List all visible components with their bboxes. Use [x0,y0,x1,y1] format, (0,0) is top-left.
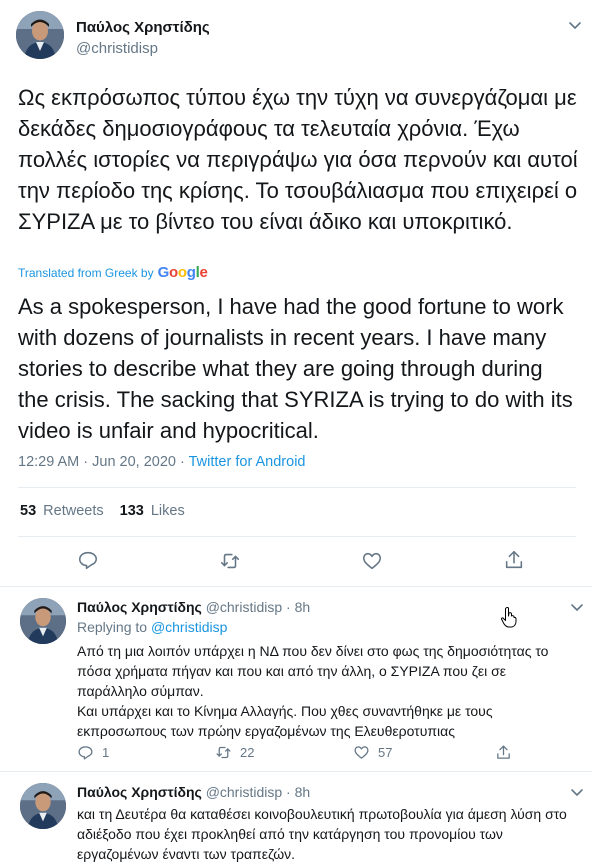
tweet-text-original: Ως εκπρόσωπος τύπου έχω την τύχη να συνε… [18,85,578,234]
google-logo: Google [157,264,208,281]
avatar-image [16,11,64,59]
reply-icon [78,746,93,760]
tweet-text-translated: As a spokesperson, I have had the good f… [18,294,573,443]
retweet-action[interactable]: 22 [215,744,254,761]
reply-text: Από τη μια λοιπόν υπάρχει η ΝΔ που δεν δ… [77,641,567,741]
author-name[interactable]: Παύλος Χρηστίδης [77,599,202,615]
translation-attribution[interactable]: Translated from Greek by Google [18,264,208,281]
author-name[interactable]: Παύλος Χρηστίδης [76,19,210,36]
reply-icon[interactable] [77,549,99,571]
author-name[interactable]: Παύλος Χρηστίδης [77,784,202,800]
divider [18,536,576,537]
likes-label: Likes [150,503,185,519]
like-icon[interactable] [361,550,383,572]
reply-paragraph: Και υπάρχει και το Κίνημα Αλλαγής. Που χ… [77,703,493,739]
share-action[interactable] [495,744,512,761]
reply-text: και τη Δευτέρα θα καταθέσει κοινοβουλευτ… [77,806,567,862]
likes-count: 133 [119,503,144,519]
like-icon [354,746,369,759]
reply-tweet[interactable]: Παύλος Χρηστίδης @christidisp · 8h και τ… [0,773,592,865]
retweet-icon [216,746,231,759]
tweet-timestamp[interactable]: 12:29 AM · Jun 20, 2020 · [18,454,189,470]
main-tweet: Παύλος Χρηστίδης @christidisp Ως εκπρόσω… [0,0,592,587]
replying-handle[interactable]: @christidisp [151,619,227,635]
likes-stat[interactable]: 133 Likes [120,503,185,519]
avatar-image [20,598,66,644]
author-handle[interactable]: @christidisp · 8h [206,784,310,800]
tweet-meta: 12:29 AM · Jun 20, 2020 · Twitter for An… [18,454,305,470]
reply-action[interactable]: 1 [77,744,109,761]
avatar[interactable] [20,598,66,644]
like-action[interactable]: 57 [353,744,392,761]
retweets-label: Retweets [43,503,104,519]
divider [18,487,576,488]
chevron-down-icon[interactable] [566,16,584,34]
author-handle[interactable]: @christidisp · 8h [206,599,310,615]
reply-header: Παύλος Χρηστίδης @christidisp · 8h [77,599,310,615]
hand-cursor-icon [500,606,518,628]
replying-label: Replying to [77,619,148,635]
avatar-image [20,783,66,829]
retweets-stat[interactable]: 53 Retweets [20,503,104,519]
replying-to: Replying to @christidisp [77,619,227,635]
like-count: 57 [378,745,393,760]
reply-paragraph: Από τη μια λοιπόν υπάρχει η ΝΔ που δεν δ… [77,643,549,699]
avatar[interactable] [20,783,66,829]
author-handle[interactable]: @christidisp [76,40,158,57]
reply-count: 1 [102,745,110,760]
translated-label: Translated from Greek by [18,265,154,280]
avatar[interactable] [16,11,64,59]
chevron-down-icon[interactable] [568,598,586,616]
share-icon [497,745,510,759]
retweet-count: 22 [240,745,255,760]
retweets-count: 53 [20,503,37,519]
share-icon[interactable] [503,549,525,571]
reply-actions: 1 22 57 [77,744,557,764]
tweet-source[interactable]: Twitter for Android [189,454,306,470]
tweet-stats: 53 Retweets 133 Likes [20,503,185,519]
retweet-icon[interactable] [219,550,241,572]
chevron-down-icon[interactable] [568,783,586,801]
reply-header: Παύλος Χρηστίδης @christidisp · 8h [77,784,310,800]
